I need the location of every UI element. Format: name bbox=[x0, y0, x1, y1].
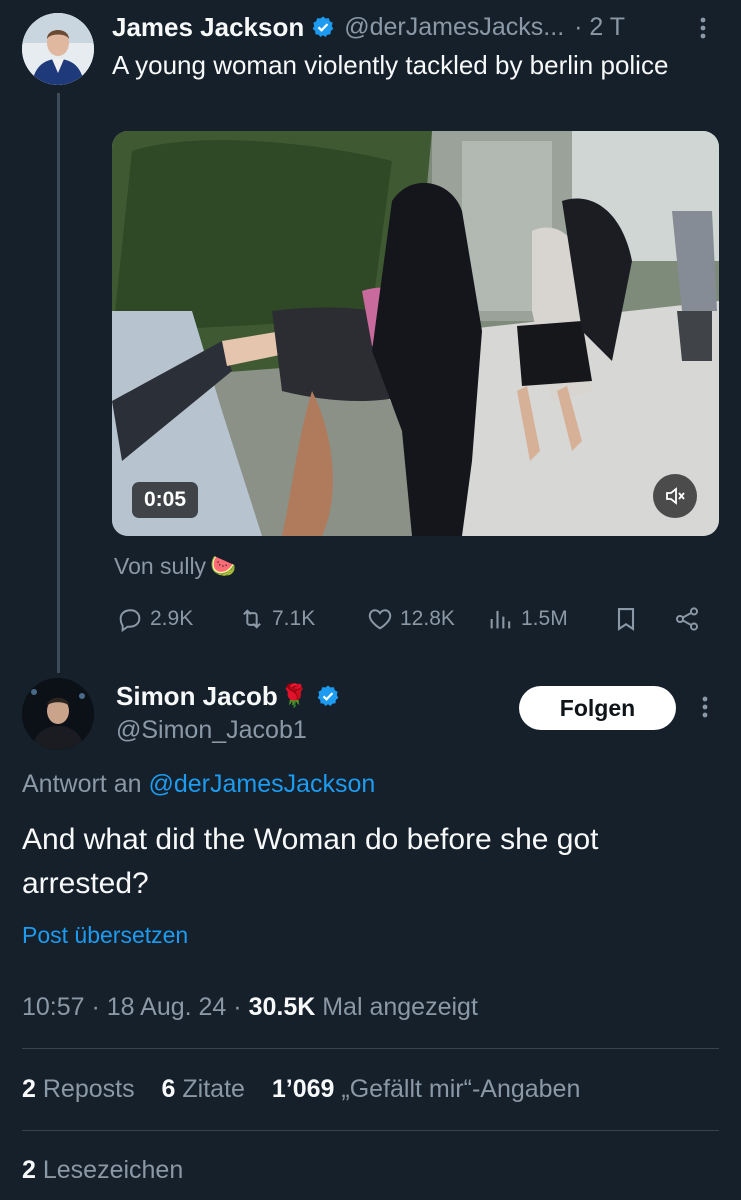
like-button[interactable]: 12.8K bbox=[366, 605, 455, 633]
author-name[interactable]: Simon Jacob bbox=[116, 681, 278, 712]
reposts-label: Reposts bbox=[42, 1075, 135, 1103]
share-button[interactable] bbox=[673, 605, 707, 633]
author-handle[interactable]: @Simon_Jacob1 bbox=[116, 716, 307, 745]
reposts-stat[interactable]: 2 Reposts bbox=[22, 1075, 135, 1103]
tweet1-header: James Jackson @derJamesJacks... · 2 T bbox=[112, 10, 625, 44]
repost-button[interactable]: 7.1K bbox=[238, 605, 315, 633]
author-handle[interactable]: @derJamesJacks... bbox=[344, 13, 564, 42]
reply-to-handle[interactable]: @derJamesJackson bbox=[148, 770, 375, 798]
repost-count: 7.1K bbox=[272, 607, 316, 630]
bookmark-icon bbox=[617, 608, 635, 631]
follow-button[interactable]: Folgen bbox=[519, 686, 676, 730]
engagement-stats: 2 Reposts 6 Zitate 1’069 „Gefällt mir“-A… bbox=[22, 1075, 580, 1104]
likes-stat[interactable]: 1’069 „Gefällt mir“-Angaben bbox=[272, 1075, 581, 1103]
likes-label: „Gefällt mir“-Angaben bbox=[341, 1075, 581, 1103]
tweet2-header: Simon Jacob 🌹 bbox=[116, 678, 340, 714]
reply-button[interactable]: 2.9K bbox=[116, 605, 193, 633]
quotes-count: 6 bbox=[161, 1075, 176, 1103]
views-icon bbox=[490, 610, 511, 629]
quotes-stat[interactable]: 6 Zitate bbox=[162, 1075, 245, 1103]
video-credit[interactable]: Von sully 🍉 bbox=[114, 553, 236, 580]
video-credit-text: Von sully bbox=[114, 553, 207, 579]
avatar-james-jackson[interactable] bbox=[22, 13, 94, 85]
bookmarks-count: 2 bbox=[22, 1156, 36, 1184]
like-count: 12.8K bbox=[400, 607, 455, 630]
translate-link[interactable]: Post übersetzen bbox=[22, 922, 188, 949]
more-icon[interactable] bbox=[697, 693, 713, 726]
bookmarks-stat[interactable]: 2 Lesezeichen bbox=[22, 1156, 183, 1185]
video-frame bbox=[112, 131, 719, 536]
reply-count: 2.9K bbox=[150, 607, 194, 630]
share-icon bbox=[675, 607, 699, 631]
like-icon bbox=[368, 609, 392, 630]
likes-count: 1’069 bbox=[271, 1075, 335, 1103]
post-timestamp[interactable]: 10:57 · 18 Aug. 24 · bbox=[22, 993, 242, 1021]
post-meta: 10:57 · 18 Aug. 24 · 30.5K Mal angezeigt bbox=[22, 993, 478, 1022]
bookmark-button[interactable] bbox=[612, 605, 646, 633]
tweet1-text: A young woman violently tackled by berli… bbox=[112, 50, 669, 80]
rose-emoji: 🌹 bbox=[280, 683, 309, 708]
reply-to-label: Antwort an bbox=[22, 770, 142, 798]
views-button[interactable]: 1.5M bbox=[487, 605, 568, 633]
divider bbox=[22, 1048, 719, 1049]
reply-context: Antwort an @derJamesJackson bbox=[22, 770, 375, 799]
avatar-simon-jacob[interactable] bbox=[22, 678, 94, 750]
author-name[interactable]: James Jackson bbox=[112, 12, 304, 43]
video-duration: 0:05 bbox=[132, 482, 199, 518]
quotes-label: Zitate bbox=[182, 1075, 245, 1103]
views-label: Mal angezeigt bbox=[322, 993, 478, 1021]
reply-icon bbox=[119, 609, 141, 633]
reposts-count: 2 bbox=[22, 1075, 36, 1103]
view-count: 1.5M bbox=[521, 607, 568, 630]
mute-icon[interactable] bbox=[653, 474, 697, 518]
verified-badge-icon bbox=[311, 15, 335, 39]
tweet2-text: And what did the Woman do before she got… bbox=[22, 823, 599, 900]
video-player[interactable]: 0:05 bbox=[112, 131, 719, 536]
thread-line bbox=[57, 93, 60, 673]
post-time[interactable]: · 2 T bbox=[574, 13, 625, 42]
divider bbox=[22, 1130, 719, 1131]
views-count: 30.5K bbox=[248, 993, 316, 1021]
verified-badge-icon bbox=[316, 684, 340, 708]
repost-icon bbox=[243, 609, 261, 629]
bookmarks-label: Lesezeichen bbox=[42, 1156, 184, 1184]
watermelon-emoji: 🍉 bbox=[210, 554, 237, 578]
more-icon[interactable] bbox=[695, 14, 711, 47]
